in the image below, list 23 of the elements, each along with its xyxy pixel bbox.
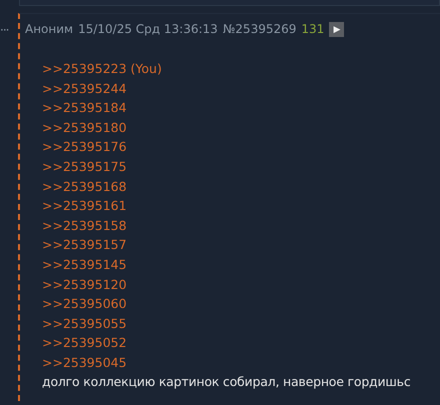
more-icon[interactable]: ··· (0, 23, 18, 405)
reply-link[interactable]: >>25395055 (42, 314, 127, 334)
post-number[interactable]: №25395269 (222, 22, 296, 36)
reply-link[interactable]: >>25395244 (42, 78, 127, 98)
reply-link[interactable]: >>25395045 (42, 352, 127, 372)
post-count: 131 (301, 22, 324, 36)
reply-link[interactable]: >>25395176 (42, 137, 127, 157)
reply-link[interactable]: >>25395168 (42, 176, 127, 196)
reply-link[interactable]: >>25395145 (42, 254, 127, 275)
reply-link[interactable]: >>25395060 (42, 294, 127, 314)
play-button[interactable]: ▶ (329, 22, 344, 36)
post-author: Аноним (25, 22, 74, 36)
reply-link[interactable]: >>25395120 (42, 274, 127, 294)
reply-link[interactable]: >>25395157 (42, 235, 127, 255)
reply-link[interactable]: >>25395180 (42, 118, 127, 138)
reply-link[interactable]: >>25395223 (You) (42, 59, 162, 79)
post-date: 15/10/25 Срд 13:36:13 (78, 22, 218, 36)
reply-link[interactable]: >>25395184 (42, 98, 127, 118)
post-message: долго коллекцию картинок собирал, наверное гордишьс (42, 372, 412, 390)
reply-link[interactable]: >>25395161 (42, 196, 127, 216)
reply-link[interactable]: >>25395175 (42, 156, 127, 177)
reply-link[interactable]: >>25395158 (42, 216, 127, 236)
reply-link[interactable]: >>25395052 (42, 333, 127, 353)
